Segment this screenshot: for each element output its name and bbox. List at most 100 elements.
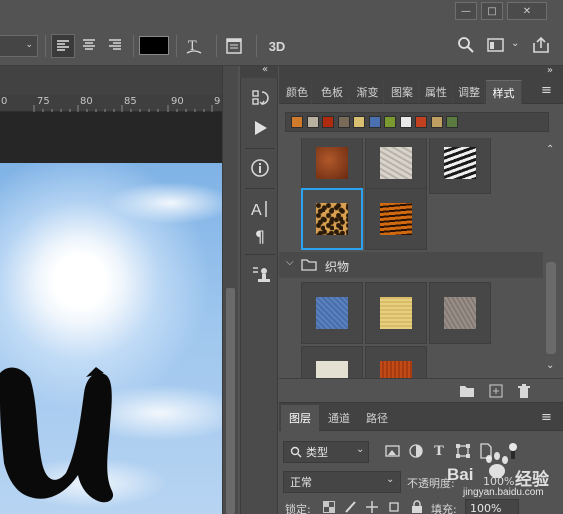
color-fill xyxy=(140,37,168,54)
style-swatch-zebra[interactable] xyxy=(429,138,491,194)
style-swatch-felt[interactable] xyxy=(429,282,491,344)
character-panel-icon[interactable] xyxy=(223,35,245,57)
recent-style-swatch[interactable] xyxy=(337,116,350,128)
style-swatch-denim[interactable] xyxy=(301,282,363,344)
close-button[interactable]: ✕ xyxy=(507,2,547,20)
style-swatch-rust[interactable] xyxy=(301,138,363,194)
brush-text-artwork xyxy=(0,367,114,503)
scroll-down-icon[interactable]: ⌄ xyxy=(546,360,554,371)
chevron-down-icon: ⌄ xyxy=(356,444,365,455)
lock-transparent-icon[interactable] xyxy=(323,501,335,513)
tab-paths[interactable]: 路径 xyxy=(359,405,395,431)
new-style-icon[interactable] xyxy=(488,383,504,399)
tab-color[interactable]: 颜色 xyxy=(283,80,312,104)
style-swatch-red-fabric[interactable] xyxy=(365,346,427,378)
group-name: 织物 xyxy=(325,260,350,274)
panel-menu-icon[interactable]: ≡ xyxy=(541,83,552,98)
adjustment-filter-icon[interactable] xyxy=(408,443,424,459)
chevron-down-icon[interactable]: ⌄ xyxy=(511,38,519,49)
document-canvas[interactable] xyxy=(0,163,222,514)
history-icon[interactable] xyxy=(250,88,270,108)
fill-value: 100% xyxy=(470,501,502,514)
smart-object-filter-icon[interactable] xyxy=(478,443,494,459)
text-color-swatch[interactable] xyxy=(139,36,169,55)
maximize-button[interactable]: □ xyxy=(481,2,503,20)
align-center-button[interactable] xyxy=(78,34,102,58)
3d-button[interactable]: 3D xyxy=(264,35,290,57)
tab-swatches[interactable]: 色板 xyxy=(316,80,349,104)
recent-style-swatch[interactable] xyxy=(368,116,381,128)
collapse-left-icon[interactable]: « xyxy=(262,64,268,75)
search-icon[interactable] xyxy=(457,36,475,54)
workspace-icon[interactable] xyxy=(486,36,506,54)
recent-style-swatch[interactable] xyxy=(306,116,319,128)
scroll-thumb[interactable] xyxy=(546,262,556,354)
folder-icon xyxy=(301,258,317,271)
styles-scrollbar[interactable]: ⌃ ⌄ xyxy=(543,138,559,378)
style-swatch-leopard[interactable] xyxy=(301,188,363,250)
tab-patterns[interactable]: 图案 xyxy=(386,80,419,104)
share-icon[interactable] xyxy=(531,35,551,55)
options-bar: ⌄ T 3D ⌄ xyxy=(0,24,563,66)
blend-mode-dropdown[interactable]: 正常 ⌄ xyxy=(283,471,401,493)
style-swatch-linen[interactable] xyxy=(301,346,363,378)
chevron-down-icon: ⌄ xyxy=(25,40,33,50)
fill-value-field[interactable]: 100% xyxy=(465,499,519,514)
info-icon[interactable] xyxy=(250,158,270,178)
tab-adjustments[interactable]: 调整 xyxy=(454,80,485,104)
opacity-value[interactable]: 100% xyxy=(483,475,514,488)
scroll-up-icon[interactable]: ⌃ xyxy=(546,144,554,155)
lock-artboard-icon[interactable] xyxy=(387,500,401,514)
minimize-button[interactable]: — xyxy=(455,2,477,20)
svg-text:A: A xyxy=(251,202,262,219)
lock-pixels-brush-icon[interactable] xyxy=(343,500,357,514)
fill-label: 填充: xyxy=(431,503,457,514)
pasteboard xyxy=(0,112,222,163)
align-left-icon xyxy=(57,40,69,51)
trash-icon[interactable] xyxy=(516,383,532,399)
recent-style-swatch[interactable] xyxy=(353,116,365,128)
recent-style-swatch[interactable] xyxy=(415,116,427,128)
type-filter-icon[interactable]: T xyxy=(431,443,447,459)
style-swatch-burlap[interactable] xyxy=(365,282,427,344)
style-swatch-marble[interactable] xyxy=(365,138,427,194)
collapse-right-icon[interactable]: » xyxy=(547,65,553,76)
play-actions-icon[interactable] xyxy=(250,118,270,138)
font-size-dropdown[interactable]: ⌄ xyxy=(0,35,38,57)
warp-text-icon[interactable]: T xyxy=(183,35,205,57)
tab-layers[interactable]: 图层 xyxy=(281,405,319,431)
recent-style-swatch[interactable] xyxy=(430,116,443,128)
styles-footer xyxy=(279,378,563,402)
horizontal-ruler: 0 75 80 85 90 9 xyxy=(0,95,222,112)
clone-source-icon[interactable] xyxy=(250,264,272,286)
shape-filter-icon[interactable] xyxy=(455,443,471,459)
new-group-folder-icon[interactable] xyxy=(459,383,475,399)
layer-filter-dropdown[interactable]: 类型 ⌄ xyxy=(283,441,369,463)
recent-style-swatch[interactable] xyxy=(384,116,396,128)
tab-channels[interactable]: 通道 xyxy=(321,405,357,431)
recent-style-swatch[interactable] xyxy=(322,116,334,128)
lock-position-move-icon[interactable] xyxy=(365,500,379,514)
filter-label: 类型 xyxy=(306,446,328,459)
tab-properties[interactable]: 属性 xyxy=(420,80,453,104)
strip-header: « xyxy=(240,64,278,78)
ruler-marks xyxy=(33,105,213,112)
recent-style-swatch[interactable] xyxy=(399,116,412,128)
tab-gradients[interactable]: 渐变 xyxy=(352,80,384,104)
character-icon[interactable]: A xyxy=(250,198,272,220)
paragraph-icon[interactable]: ¶ xyxy=(250,226,270,246)
tab-styles[interactable]: 样式 xyxy=(486,80,522,104)
search-icon xyxy=(290,446,302,458)
document-scrollbar[interactable] xyxy=(222,66,238,514)
style-swatch-tiger[interactable] xyxy=(365,188,427,250)
align-left-button[interactable] xyxy=(51,34,75,58)
lock-all-icon[interactable] xyxy=(411,500,423,514)
filter-toggle[interactable] xyxy=(508,443,518,459)
pixel-filter-icon[interactable] xyxy=(385,443,401,459)
scroll-thumb[interactable] xyxy=(226,288,235,514)
panel-menu-icon[interactable]: ≡ xyxy=(541,410,552,425)
recent-style-swatch[interactable] xyxy=(446,116,458,128)
align-right-button[interactable] xyxy=(104,34,128,58)
style-group-header[interactable]: ⌵ 织物 xyxy=(279,252,543,278)
recent-style-swatch[interactable] xyxy=(291,116,303,128)
